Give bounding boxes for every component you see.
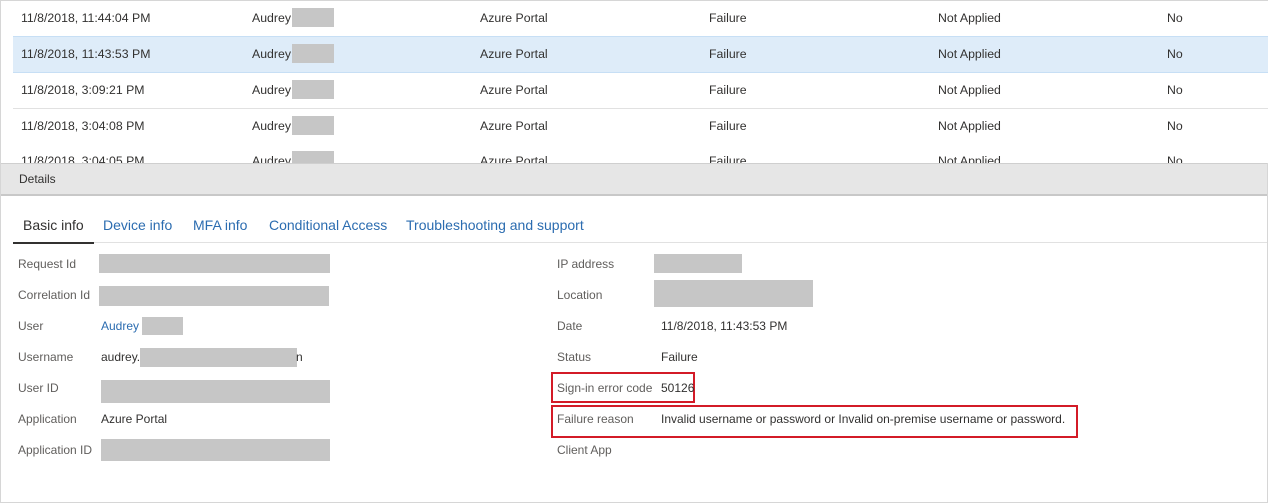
- user-name: Audrey: [252, 119, 291, 133]
- ip-address-label: IP address: [557, 257, 615, 271]
- application-value: Azure Portal: [101, 412, 168, 426]
- status-label: Status: [557, 350, 592, 364]
- user-name: Audrey: [252, 154, 291, 163]
- status-cell: Failure: [709, 47, 747, 61]
- correlation-id-label: Correlation Id: [18, 288, 91, 302]
- location-label: Location: [557, 288, 603, 302]
- table-row[interactable]: 11/8/2018, 11:44:04 PM Audrey Azure Port…: [13, 1, 1268, 37]
- location-redacted: [654, 280, 813, 307]
- tab-troubleshooting[interactable]: Troubleshooting and support: [406, 211, 584, 242]
- status-cell: Failure: [709, 83, 747, 97]
- user-name: Audrey: [252, 47, 291, 61]
- sign-in-error-code-label: Sign-in error code: [557, 381, 653, 395]
- redacted-block: [291, 44, 334, 64]
- sign-in-log-panel: 11/8/2018, 11:44:04 PM Audrey Azure Port…: [0, 0, 1268, 503]
- user-name: Audrey: [252, 83, 291, 97]
- application-cell: Azure Portal: [480, 47, 548, 61]
- user-cell: Audrey: [252, 109, 334, 144]
- status-value: Failure: [661, 350, 698, 364]
- user-cell: Audrey: [252, 37, 334, 72]
- date-cell: 11/8/2018, 3:09:21 PM: [21, 83, 145, 97]
- date-cell: 11/8/2018, 3:04:08 PM: [21, 119, 145, 133]
- tab-mfa-info[interactable]: MFA info: [193, 211, 247, 242]
- user-label: User: [18, 319, 44, 333]
- failure-reason-value: Invalid username or password or Invalid …: [661, 412, 1066, 426]
- date-label: Date: [557, 319, 583, 333]
- user-id-redacted: [101, 380, 330, 403]
- correlation-id-redacted: [99, 286, 329, 306]
- redacted-block: [291, 8, 334, 28]
- user-cell: Audrey: [252, 144, 334, 163]
- username-label: Username: [18, 350, 74, 364]
- username-prefix: audrey.: [101, 350, 141, 364]
- user-name: Audrey: [252, 11, 291, 25]
- redacted-block: [291, 151, 334, 163]
- application-cell: Azure Portal: [480, 11, 548, 25]
- conditional-access-cell: Not Applied: [938, 83, 1001, 97]
- application-cell: Azure Portal: [480, 119, 548, 133]
- sign-in-error-code-value: 50126: [661, 381, 695, 395]
- request-id-label: Request Id: [18, 257, 77, 271]
- date-value: 11/8/2018, 11:43:53 PM: [661, 319, 788, 333]
- user-link[interactable]: Audrey: [101, 319, 139, 333]
- client-app-label: Client App: [557, 443, 612, 457]
- application-label: Application: [18, 412, 77, 426]
- table-row-partial[interactable]: 11/8/2018, 3:04:05 PM Audrey Azure Porta…: [13, 144, 1268, 163]
- tab-device-info[interactable]: Device info: [103, 211, 172, 242]
- application-id-redacted: [101, 439, 330, 461]
- details-header[interactable]: Details: [1, 163, 1267, 196]
- mfa-cell: No: [1167, 83, 1183, 97]
- username-suffix: n: [296, 350, 303, 364]
- conditional-access-cell: Not Applied: [938, 11, 1001, 25]
- failure-reason-label: Failure reason: [557, 412, 634, 426]
- table-row[interactable]: 11/8/2018, 3:04:08 PM Audrey Azure Porta…: [13, 109, 1268, 145]
- status-cell: Failure: [709, 11, 747, 25]
- table-row-selected[interactable]: 11/8/2018, 11:43:53 PM Audrey Azure Port…: [13, 36, 1268, 73]
- redacted-block: [291, 80, 334, 100]
- mfa-cell: No: [1167, 47, 1183, 61]
- ip-address-redacted: [654, 254, 742, 273]
- conditional-access-cell: Not Applied: [938, 119, 1001, 133]
- user-id-label: User ID: [18, 381, 59, 395]
- mfa-cell: No: [1167, 154, 1183, 163]
- request-id-redacted: [99, 254, 330, 273]
- conditional-access-cell: Not Applied: [938, 154, 1001, 163]
- redacted-block: [291, 116, 334, 136]
- tab-basic-info[interactable]: Basic info: [13, 211, 94, 244]
- application-id-label: Application ID: [18, 443, 93, 457]
- date-cell: 11/8/2018, 3:04:05 PM: [21, 154, 145, 163]
- application-cell: Azure Portal: [480, 83, 548, 97]
- date-cell: 11/8/2018, 11:44:04 PM: [21, 11, 151, 25]
- details-title: Details: [19, 172, 56, 186]
- application-cell: Azure Portal: [480, 154, 548, 163]
- username-redacted: [140, 348, 297, 367]
- user-cell: Audrey: [252, 1, 334, 36]
- status-cell: Failure: [709, 154, 747, 163]
- mfa-cell: No: [1167, 119, 1183, 133]
- status-cell: Failure: [709, 119, 747, 133]
- user-redacted: [142, 317, 183, 335]
- user-cell: Audrey: [252, 73, 334, 108]
- sign-ins-grid: 11/8/2018, 11:44:04 PM Audrey Azure Port…: [13, 1, 1268, 163]
- conditional-access-cell: Not Applied: [938, 47, 1001, 61]
- table-row[interactable]: 11/8/2018, 3:09:21 PM Audrey Azure Porta…: [13, 73, 1268, 109]
- mfa-cell: No: [1167, 11, 1183, 25]
- details-tabs: Basic info Device info MFA info Conditio…: [13, 211, 1267, 244]
- tab-conditional-access[interactable]: Conditional Access: [269, 211, 387, 242]
- date-cell: 11/8/2018, 11:43:53 PM: [21, 47, 151, 61]
